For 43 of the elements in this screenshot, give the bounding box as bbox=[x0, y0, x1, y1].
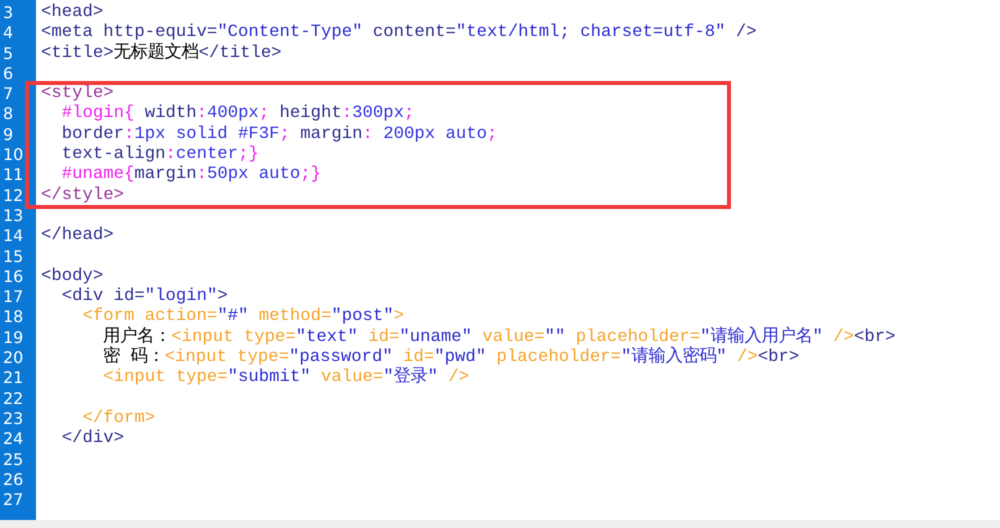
line-number: 6 bbox=[2, 64, 14, 84]
code-line: text-align:center;} bbox=[60, 145, 259, 166]
line-number: 26 bbox=[2, 470, 24, 490]
line-number: 21 bbox=[2, 368, 24, 389]
code-line: <style> bbox=[40, 84, 114, 104]
line-number: 25 bbox=[2, 450, 24, 470]
line-number: 20 bbox=[2, 348, 24, 368]
code-line: <div id="login"> bbox=[60, 287, 228, 308]
code-line: 用户名：<input type="text" id="uname" value="" placeholder="请输入用户名" /><br> bbox=[102, 328, 896, 347]
line-number: 5 bbox=[2, 44, 14, 64]
line-number: 7 bbox=[2, 84, 14, 104]
code-line: </form> bbox=[81, 408, 156, 430]
line-number: 15 bbox=[2, 246, 24, 267]
code-line: <input type="submit" value="登录" /> bbox=[102, 368, 470, 389]
code-line: <title>无标题文档</title> bbox=[40, 44, 282, 64]
line-number: 13 bbox=[2, 206, 24, 226]
line-number: 24 bbox=[2, 429, 24, 450]
code-line: border:1px solid #F3F; margin: 200px auto; bbox=[60, 124, 498, 146]
line-number: 19 bbox=[2, 328, 24, 348]
code-line: 密 码：<input type="password" id="pwd" placeholder="请输入密码" /><br> bbox=[102, 348, 800, 368]
code-line: </style> bbox=[40, 186, 124, 206]
line-number: 12 bbox=[2, 186, 24, 206]
line-number: 9 bbox=[2, 124, 14, 146]
line-number: 18 bbox=[2, 307, 24, 328]
code-line: <meta http-equiv="Content-Type" content="text/html; charset=utf-8" /> bbox=[40, 23, 757, 42]
line-number: 27 bbox=[2, 490, 24, 510]
code-line: <form action="#" method="post"> bbox=[81, 307, 404, 326]
code-line: #uname{margin:50px auto;} bbox=[60, 165, 322, 186]
line-number: 22 bbox=[2, 388, 24, 409]
code-line: <body> bbox=[40, 266, 104, 288]
line-number: 11 bbox=[2, 165, 24, 186]
line-number: 10 bbox=[2, 145, 24, 166]
line-number: 16 bbox=[2, 266, 24, 288]
line-number: 8 bbox=[2, 104, 14, 125]
code-line: <head> bbox=[40, 3, 104, 24]
line-number: 3 bbox=[2, 3, 14, 24]
code-line: </head> bbox=[40, 226, 114, 247]
code-line: </div> bbox=[60, 429, 124, 450]
line-number: 14 bbox=[2, 226, 24, 247]
code-line: #login{ width:400px; height:300px; bbox=[60, 104, 414, 125]
line-number: 4 bbox=[2, 23, 14, 44]
line-number: 23 bbox=[2, 408, 24, 430]
line-number: 17 bbox=[2, 287, 24, 308]
